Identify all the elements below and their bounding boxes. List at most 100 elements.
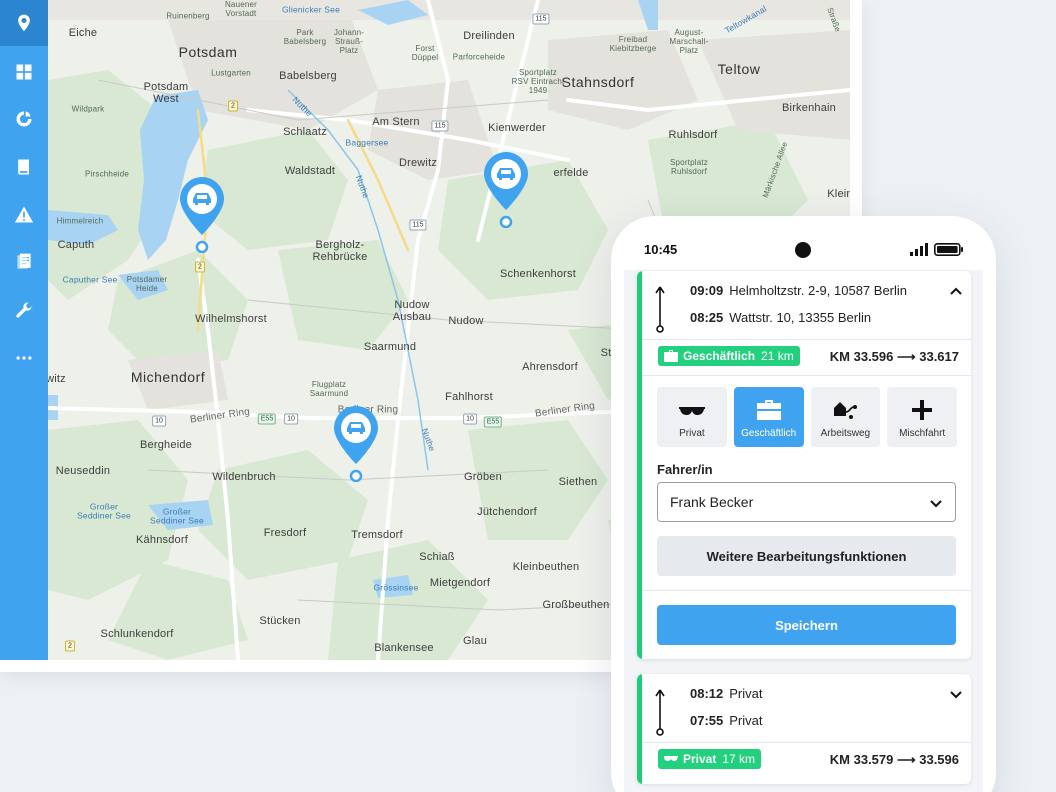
vehicle-pin[interactable] <box>332 404 380 483</box>
trip-type-private-button[interactable]: Privat <box>657 387 727 447</box>
trip-route: 08:12 Privat 07:55 Privat <box>651 684 961 742</box>
chevron-down-icon <box>930 500 942 508</box>
trip-type-selector: Privat Geschäftlich Arbeitsweg Mischfahr… <box>657 387 957 447</box>
road-badge: 2 <box>65 640 75 652</box>
map-label-fahlhorst: Fahlhorst <box>445 391 493 403</box>
map-label-teltow: Teltow <box>717 61 761 77</box>
divider <box>642 742 971 743</box>
map-label-potsdam-west: Potsdam West <box>143 80 189 105</box>
route-arrow-icon <box>655 689 665 736</box>
road-badge: 10 <box>284 413 298 425</box>
map-label-schenkenhorst: Schenkenhorst <box>500 268 576 280</box>
map-label-bergheide: Bergheide <box>140 439 192 451</box>
documents-icon <box>17 253 31 269</box>
trip-category-label: Privat <box>683 752 717 766</box>
road-badge: 115 <box>532 13 550 25</box>
map-label-kienwerder: Kienwerder <box>488 122 546 134</box>
sidebar-item-map[interactable] <box>0 0 48 46</box>
divider <box>642 375 971 376</box>
dashboard-icon <box>16 64 32 80</box>
driver-label: Fahrer/in <box>657 462 713 477</box>
chevron-up-icon[interactable] <box>949 284 963 298</box>
signal-icon <box>910 243 928 256</box>
map-label-erfelde: erfelde <box>553 167 589 179</box>
trip-type-private-label: Privat <box>679 428 705 439</box>
trip-type-commute-button[interactable]: Arbeitsweg <box>810 387 881 447</box>
trip-category-stripe <box>637 271 642 659</box>
briefcase-icon <box>756 400 781 420</box>
map-label-ahrensdorf: Ahrensdorf <box>522 361 578 373</box>
map-label-sportplatz-ruhlsdorf: Sportplatz Ruhlsdorf <box>669 158 709 176</box>
chevron-down-icon[interactable] <box>949 687 963 701</box>
trip-type-commute-label: Arbeitsweg <box>820 428 871 439</box>
trip-type-business-button[interactable]: Geschäftlich <box>733 387 804 447</box>
trip-start: 09:09 Helmholtzstr. 2-9, 10587 Berlin <box>690 283 907 298</box>
map-label-glau: Glau <box>462 635 488 647</box>
map-label-flugplatz: Flugplatz Saarmund <box>309 380 349 398</box>
driver-select-value: Frank Becker <box>670 494 754 510</box>
map-label-groessinsee: Grössinsee <box>373 582 419 593</box>
sidebar-item-logbook[interactable] <box>0 144 48 190</box>
book-icon <box>18 159 29 175</box>
trip-end-address: Wattstr. 10, 13355 Berlin <box>729 310 872 325</box>
sunglasses-icon <box>664 756 678 761</box>
trip-distance: 17 km <box>722 752 756 766</box>
map-label-schlunkendorf: Schlunkendorf <box>100 628 174 640</box>
more-edit-functions-button[interactable]: Weitere Bearbeitungsfunktionen <box>657 536 956 576</box>
road-badge: 10 <box>463 413 477 425</box>
map-label-blankensee: Blankensee <box>374 642 434 654</box>
divider <box>642 339 971 340</box>
sidebar-item-alerts[interactable] <box>0 192 48 238</box>
map-label-pirschheide: Pirschheide <box>84 169 130 179</box>
map-label-ruinenberg: Ruinenberg <box>166 11 210 21</box>
map-label-fresdorf: Fresdorf <box>263 527 307 539</box>
driver-select[interactable]: Frank Becker <box>657 482 956 522</box>
map-label-august: August- Marschall- Platz <box>669 27 709 55</box>
map-label-nudow-ausbau: Nudow Ausbau <box>392 298 432 323</box>
map-label-wilhelmshorst: Wilhelmshorst <box>195 313 267 325</box>
road-badge: 2 <box>195 261 205 273</box>
briefcase-icon <box>664 350 678 362</box>
trip-type-mixed-button[interactable]: Mischfahrt <box>887 387 957 447</box>
map-label-nauener-vorstadt: Nauener Vorstadt <box>224 0 258 18</box>
map-label-drewitz: Drewitz <box>398 157 438 169</box>
map-label-stuecken: Stücken <box>259 615 301 627</box>
map-label-wildpark: Wildpark <box>71 104 105 114</box>
sidebar-item-statistics[interactable] <box>0 96 48 142</box>
trip-card-expanded[interactable]: 09:09 Helmholtzstr. 2-9, 10587 Berlin 08:… <box>637 271 971 659</box>
trip-end: 07:55 Privat <box>690 713 762 728</box>
map-label-eiche: Eiche <box>68 27 98 39</box>
map-label-schiass: Schiaß <box>419 551 455 563</box>
trip-category-label: Geschäftlich <box>683 349 756 363</box>
map-label-saarmund: Saarmund <box>363 341 417 353</box>
battery-icon <box>934 243 963 256</box>
phone-screen: 10:45 09:09 Helmholtzstr. 2-9, 10587 Berl… <box>624 230 983 792</box>
map-label-stahnsdorf: Stahnsdorf <box>561 74 635 90</box>
map-label-klein: Klein <box>827 188 850 200</box>
trip-card-collapsed[interactable]: 08:12 Privat 07:55 Privat Privat 17 km KM … <box>637 674 971 784</box>
map-label-michendorf: Michendorf <box>130 369 206 385</box>
map-label-siethen: Siethen <box>558 476 598 488</box>
map-label-tremsdorf: Tremsdorf <box>351 529 403 541</box>
trip-end-time: 08:25 <box>690 310 724 325</box>
trip-distance: 21 km <box>761 349 794 363</box>
route-arrow-icon <box>655 286 665 333</box>
sidebar-item-settings[interactable] <box>0 288 48 334</box>
save-button[interactable]: Speichern <box>657 605 956 645</box>
road-badge: 2 <box>228 100 238 112</box>
pie-chart-icon <box>16 111 32 127</box>
map-label-potsdam: Potsdam <box>178 44 238 60</box>
sidebar-item-dashboard[interactable] <box>0 49 48 95</box>
trip-category-badge: Privat 17 km <box>658 749 762 769</box>
map-label-babelsberg: Babelsberg <box>279 70 337 82</box>
vehicle-pin[interactable] <box>482 150 530 229</box>
sidebar-item-documents[interactable] <box>0 239 48 285</box>
map-label-johann: Johann- Strauß- Platz <box>333 27 365 55</box>
sidebar-item-more[interactable] <box>0 335 48 381</box>
map-label-grossbeuthen: Großbeuthen <box>542 599 610 611</box>
vehicle-pin[interactable] <box>178 175 226 254</box>
trip-route: 09:09 Helmholtzstr. 2-9, 10587 Berlin 08:… <box>651 281 961 339</box>
map-label-potsdamer-heide: Potsdamer Heide <box>126 275 168 293</box>
map-label-freibad: Freibad Kiebitzberge <box>609 35 657 53</box>
map-label-juetchendorf: Jütchendorf <box>477 506 537 518</box>
